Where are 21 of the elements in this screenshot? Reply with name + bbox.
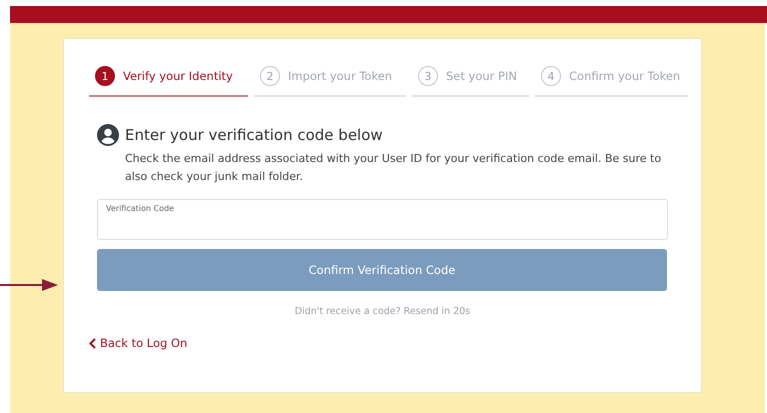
step-number: 1 bbox=[95, 66, 115, 86]
step-number: 2 bbox=[260, 66, 280, 86]
step-label: Verify your Identity bbox=[123, 69, 233, 83]
step-label: Import your Token bbox=[288, 69, 392, 83]
step-tab[interactable]: 4 Confirm your Token bbox=[535, 66, 688, 97]
chevron-left-icon bbox=[89, 338, 96, 348]
step-number: 3 bbox=[418, 66, 438, 86]
step-tab[interactable]: 3 Set your PIN bbox=[412, 66, 529, 97]
section-heading: Enter your verification code below bbox=[125, 126, 383, 144]
resend-note: Didn't receive a code? Resend in 20s bbox=[294, 306, 472, 317]
step-tab[interactable]: 1 Verify your Identity bbox=[89, 66, 248, 97]
instruction-text: Check the email address associated with your User ID for your verification code email. Be sure to also check your junk mail folder. bbox=[125, 151, 662, 185]
confirm-button[interactable]: Confirm Verification Code bbox=[97, 249, 667, 291]
user-icon bbox=[97, 124, 119, 146]
arrow-icon bbox=[0, 279, 58, 291]
step-label: Set your PIN bbox=[446, 69, 517, 83]
step-tab[interactable]: 2 Import your Token bbox=[254, 66, 406, 97]
back-link[interactable]: Back to Log On bbox=[89, 336, 188, 350]
step-label: Confirm your Token bbox=[569, 69, 680, 83]
verification-code-field[interactable]: Verification Code bbox=[97, 199, 668, 240]
step-number: 4 bbox=[541, 66, 561, 86]
